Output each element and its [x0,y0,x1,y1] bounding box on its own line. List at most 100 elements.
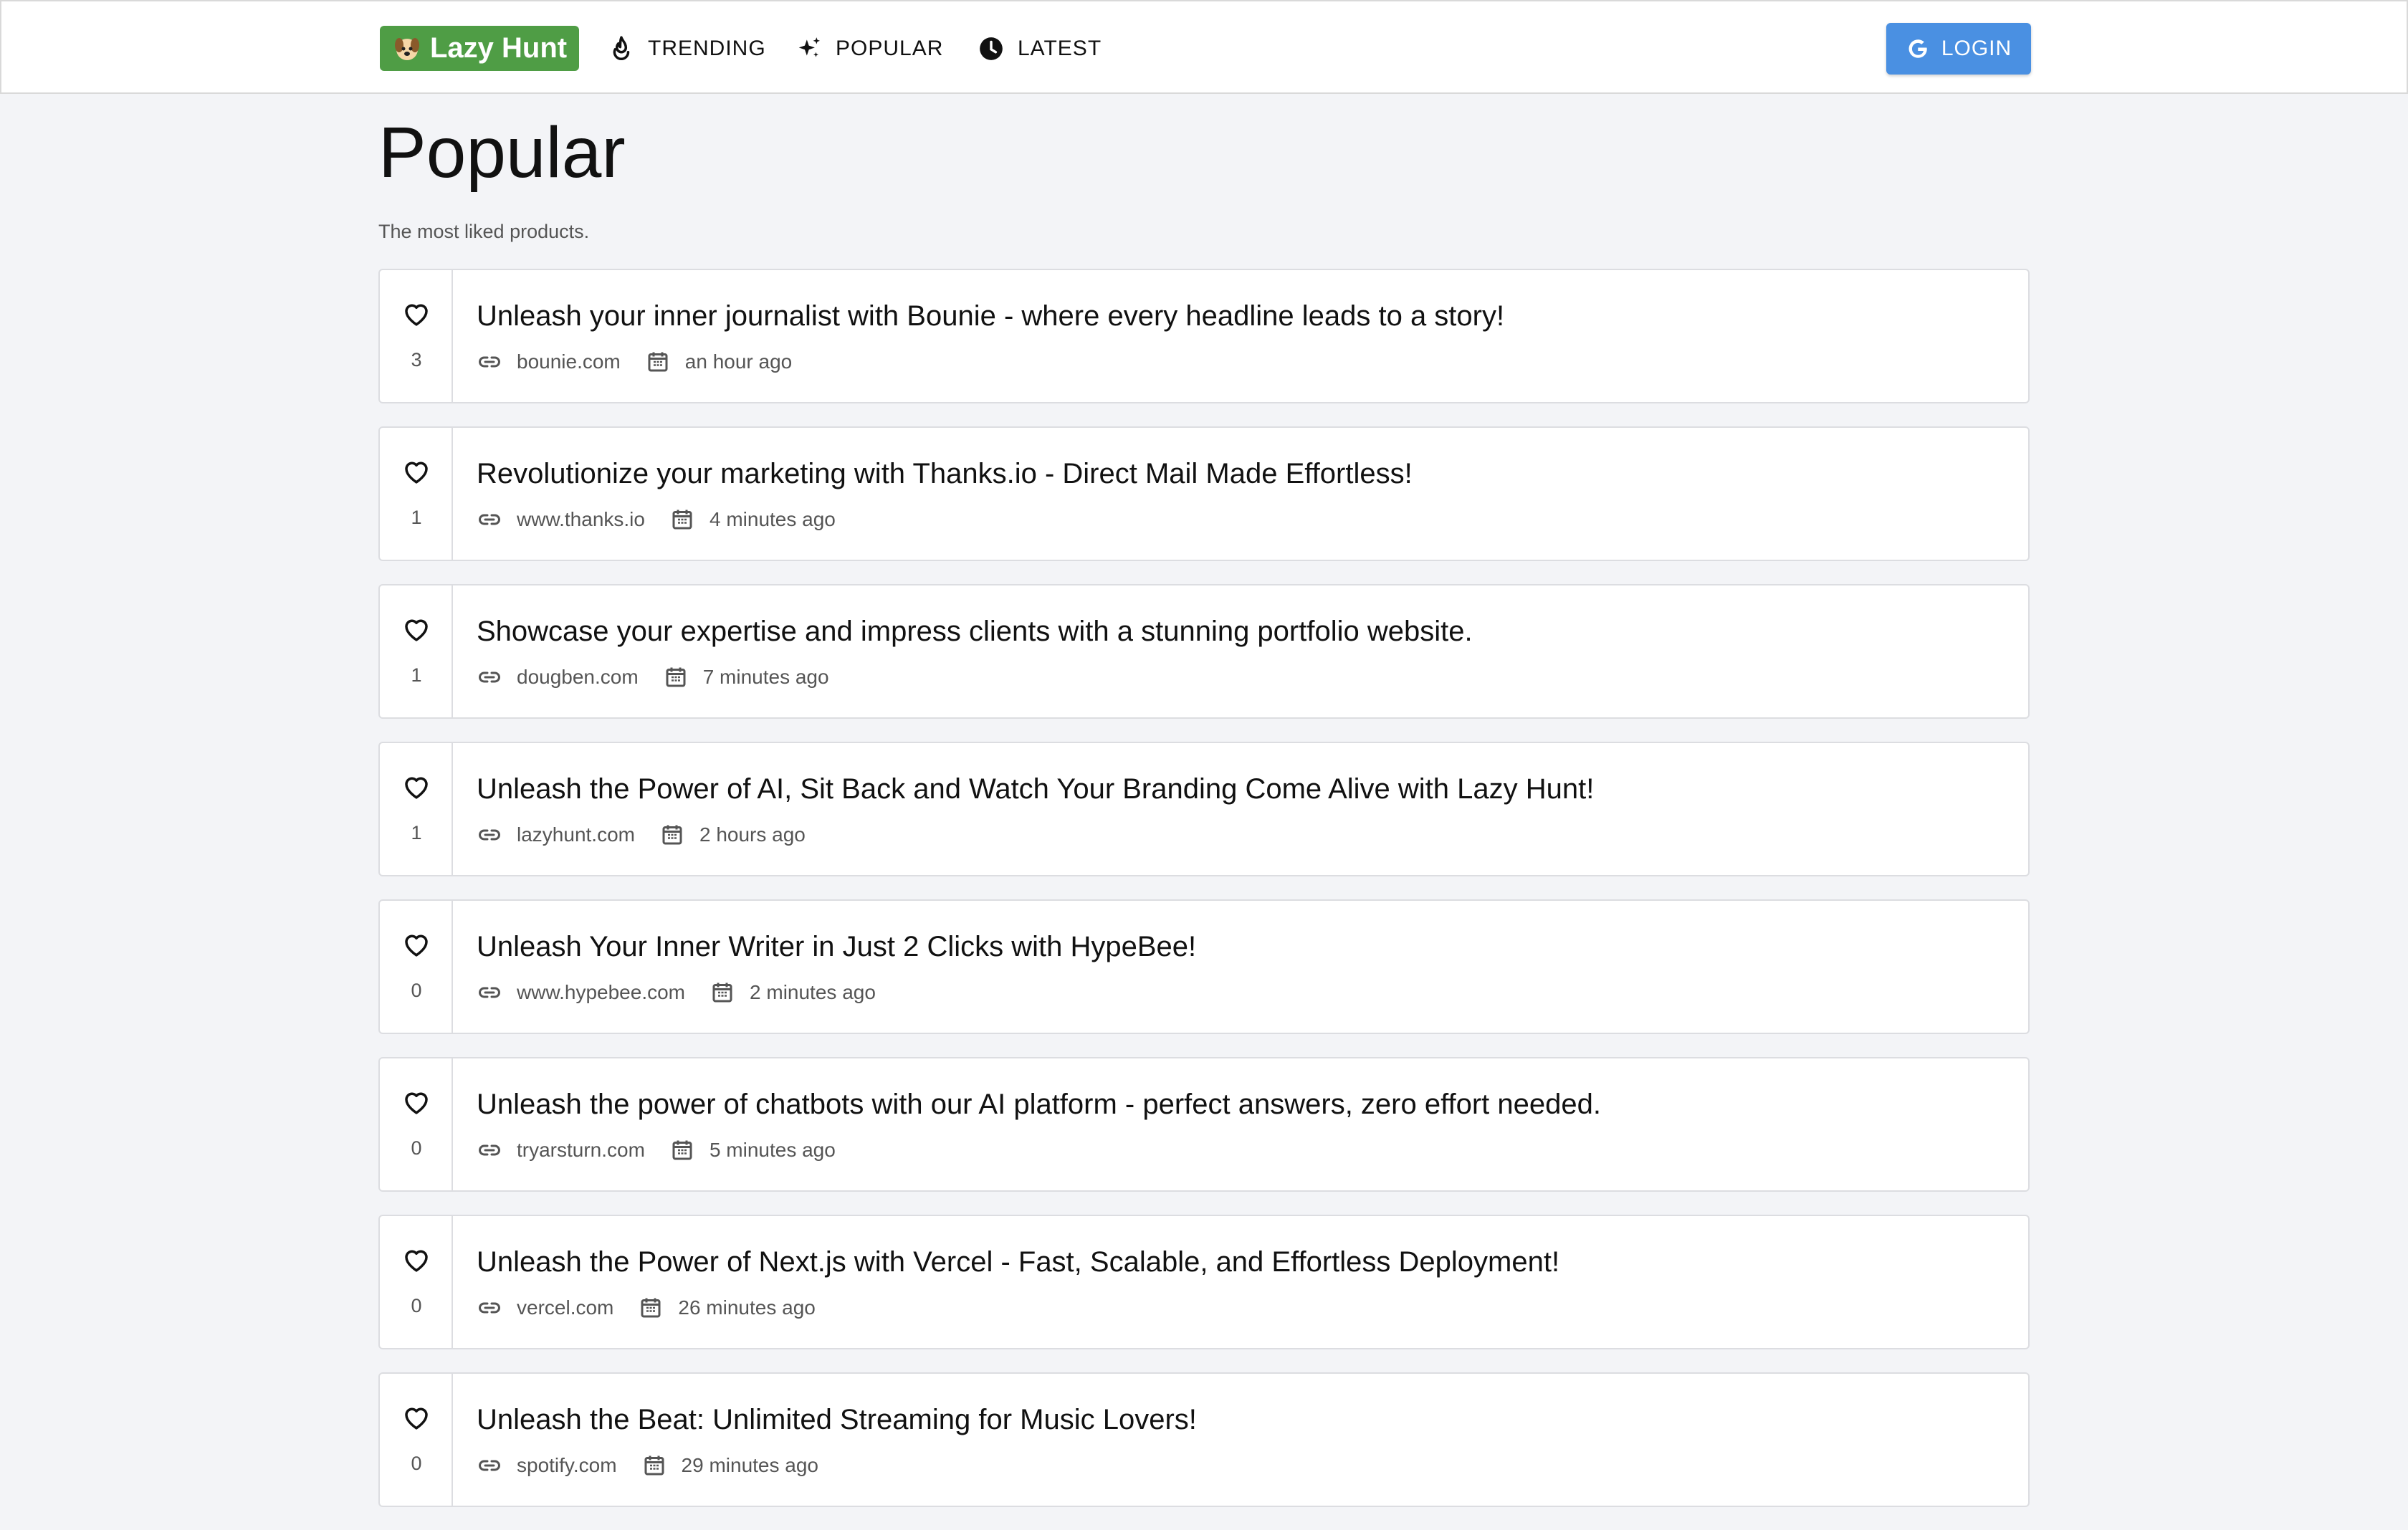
product-domain[interactable]: www.hypebee.com [517,981,685,1004]
link-icon [479,356,500,368]
vote-count: 1 [411,822,422,843]
heart-icon[interactable] [401,299,431,329]
navbar-inner: Lazy Hunt TRENDING POPULAR LATEST LOGIN [380,1,2031,95]
upvote-box[interactable]: 1 [380,743,453,875]
product-time: 2 minutes ago [750,981,876,1003]
login-button[interactable]: LOGIN [1886,23,2031,75]
product-title[interactable]: Unleash the Beat: Unlimited Streaming fo… [477,1404,1197,1436]
link-icon [479,1144,500,1156]
google-icon [1908,39,1927,58]
product-time: 29 minutes ago [681,1454,818,1476]
product-time: 2 hours ago [699,823,806,846]
product-title[interactable]: Unleash your inner journalist with Bouni… [477,300,1504,333]
product-domain[interactable]: tryarsturn.com [517,1139,645,1162]
product-domain[interactable]: bounie.com [517,350,621,373]
link-icon [479,829,500,841]
vote-count: 1 [411,507,422,528]
clock-icon [980,37,1003,60]
calendar-icon [672,510,692,530]
calendar-icon [666,667,686,687]
upvote-box[interactable]: 0 [380,901,453,1033]
product-meta: tryarsturn.com 5 minutes ago [477,1136,836,1165]
product-title[interactable]: Unleash the power of chatbots with our A… [477,1089,1601,1121]
product-card[interactable]: 0 Unleash the Power of Next.js with Verc… [378,1215,2030,1349]
link-icon [479,1460,500,1471]
sparkles-icon [798,37,821,57]
heart-icon[interactable] [401,1402,431,1433]
nav-trending-label: TRENDING [648,36,766,60]
product-card[interactable]: 1 Unleash the Power of AI, Sit Back and … [378,742,2030,876]
vote-count: 0 [411,980,422,1001]
nav-popular[interactable]: POPULAR [796,26,943,71]
page-subtitle: The most liked products. [378,221,590,242]
product-card[interactable]: 1 Showcase your expertise and impress cl… [378,584,2030,719]
product-meta: bounie.com an hour ago [477,348,792,376]
product-card[interactable]: 0 Unleash the Beat: Unlimited Streaming … [378,1372,2030,1507]
upvote-box[interactable]: 0 [380,1058,453,1190]
vote-count: 0 [411,1295,422,1316]
product-list: 3 Unleash your inner journalist with Bou… [378,269,2030,1530]
product-time: 4 minutes ago [709,508,836,530]
calendar-icon [662,825,682,845]
vote-count: 1 [411,664,422,686]
upvote-box[interactable]: 0 [380,1374,453,1506]
product-title[interactable]: Unleash the Power of AI, Sit Back and Wa… [477,773,1594,805]
product-domain[interactable]: dougben.com [517,666,639,689]
fire-icon [613,35,630,60]
product-meta: vercel.com 26 minutes ago [477,1294,816,1322]
product-meta: lazyhunt.com 2 hours ago [477,821,806,849]
product-time: 7 minutes ago [702,666,829,688]
calendar-icon [648,352,668,372]
product-time: 26 minutes ago [678,1296,816,1319]
product-domain[interactable]: lazyhunt.com [517,823,635,846]
upvote-box[interactable]: 3 [380,270,453,402]
link-icon [479,987,500,998]
logo-text: Lazy Hunt [430,32,568,64]
link-icon [479,671,500,683]
calendar-icon [712,982,732,1003]
upvote-box[interactable]: 1 [380,585,453,717]
vote-count: 0 [411,1453,422,1474]
link-icon [479,514,500,525]
page-title: Popular [378,113,626,193]
nav-latest-label: LATEST [1018,36,1102,60]
product-card[interactable]: 3 Unleash your inner journalist with Bou… [378,269,2030,403]
top-navbar: Lazy Hunt TRENDING POPULAR LATEST LOGIN [0,0,2408,94]
product-domain[interactable]: vercel.com [517,1296,613,1319]
nav-trending[interactable]: TRENDING [608,26,766,71]
product-domain[interactable]: www.thanks.io [517,508,645,531]
vote-count: 0 [411,1137,422,1159]
link-icon [479,1302,500,1314]
heart-icon[interactable] [401,772,431,802]
heart-icon[interactable] [401,1087,431,1117]
product-card[interactable]: 0 Unleash the power of chatbots with our… [378,1057,2030,1192]
product-meta: dougben.com 7 minutes ago [477,663,829,692]
heart-icon[interactable] [401,1245,431,1275]
product-meta: www.thanks.io 4 minutes ago [477,505,836,534]
product-domain[interactable]: spotify.com [517,1454,617,1477]
nav-latest[interactable]: LATEST [978,26,1102,71]
product-meta: www.hypebee.com 2 minutes ago [477,978,876,1007]
upvote-box[interactable]: 0 [380,1216,453,1348]
product-title[interactable]: Showcase your expertise and impress clie… [477,616,1473,648]
vote-count: 3 [411,349,422,370]
login-label: LOGIN [1941,37,2012,60]
calendar-icon [644,1455,664,1476]
heart-icon[interactable] [401,929,431,960]
product-title[interactable]: Unleash Your Inner Writer in Just 2 Clic… [477,931,1196,963]
heart-icon[interactable] [401,614,431,644]
dog-logo-icon [395,37,419,60]
product-card[interactable]: 1 Revolutionize your marketing with Than… [378,426,2030,561]
product-time: 5 minutes ago [709,1139,836,1161]
heart-icon[interactable] [401,456,431,487]
product-title[interactable]: Unleash the Power of Next.js with Vercel… [477,1246,1559,1278]
calendar-icon [672,1140,692,1160]
upvote-box[interactable]: 1 [380,428,453,560]
logo[interactable]: Lazy Hunt [380,26,579,71]
nav-popular-label: POPULAR [836,36,944,60]
calendar-icon [641,1298,661,1318]
product-card[interactable]: 0 Unleash Your Inner Writer in Just 2 Cl… [378,899,2030,1034]
product-meta: spotify.com 29 minutes ago [477,1451,818,1480]
product-time: an hour ago [684,350,793,373]
product-title[interactable]: Revolutionize your marketing with Thanks… [477,458,1413,490]
